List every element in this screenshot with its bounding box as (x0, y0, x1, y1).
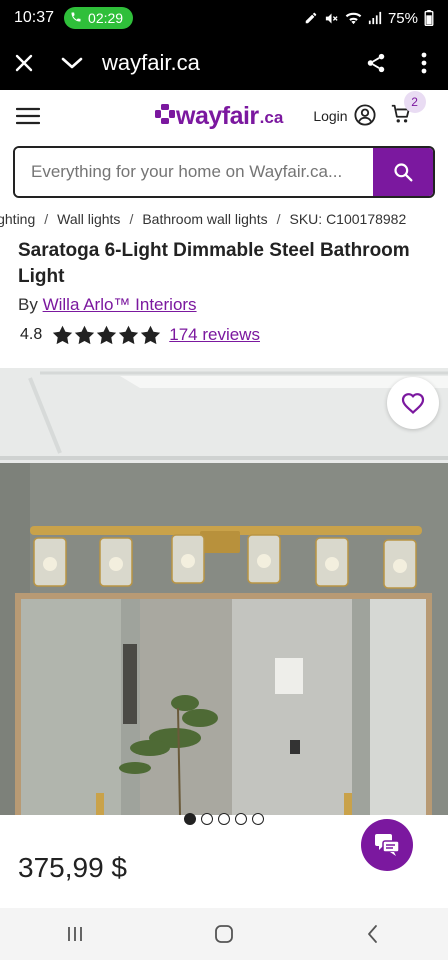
menu-icon[interactable] (0, 90, 56, 142)
home-icon[interactable] (184, 908, 264, 960)
cart-icon (390, 104, 412, 129)
search-input[interactable] (15, 148, 373, 196)
rating-value: 4.8 (20, 326, 43, 343)
call-indicator[interactable]: 02:29 (64, 7, 134, 29)
brand-link[interactable]: Willa Arlo™ Interiors (43, 295, 197, 314)
signal-icon (368, 11, 382, 25)
star-icon (119, 325, 139, 345)
product-title: Saratoga 6-Light Dimmable Steel Bathroom… (18, 240, 410, 287)
heart-icon (401, 393, 425, 414)
browser-toolbar: wayfair.ca (0, 36, 448, 90)
breadcrumb-separator: / (276, 211, 281, 227)
carousel-dot-1[interactable] (184, 813, 196, 825)
url-text[interactable]: wayfair.ca (102, 50, 200, 76)
more-vert-icon[interactable] (400, 36, 448, 90)
login-label: Login (313, 108, 348, 124)
carousel-dot-2[interactable] (201, 813, 213, 825)
cart-button[interactable]: 2 (390, 90, 426, 130)
star-icon (75, 325, 95, 345)
carousel-dot-4[interactable] (235, 813, 247, 825)
logo-mark-icon (154, 103, 176, 130)
battery-level: 75% (387, 9, 418, 27)
favorite-button[interactable] (387, 377, 439, 429)
back-icon[interactable] (333, 908, 413, 960)
mute-icon (324, 11, 339, 26)
star-icon (141, 325, 161, 345)
cart-count-badge: 2 (403, 90, 426, 113)
call-timer: 02:29 (88, 10, 124, 26)
wayfair-logo[interactable]: wayfair .ca (154, 102, 283, 131)
breadcrumb-item-lighting[interactable]: ighting (0, 211, 35, 227)
image-carousel-dots (184, 813, 264, 825)
status-bar: 10:37 02:29 75% (0, 0, 448, 36)
site-header: wayfair .ca Login 2 (0, 90, 448, 142)
brand-line: By Willa Arlo™ Interiors (18, 295, 197, 315)
battery-icon (424, 10, 434, 26)
close-icon[interactable] (0, 36, 48, 90)
login-button[interactable]: Login (313, 103, 376, 129)
breadcrumb: ighting / Wall lights / Bathroom wall li… (0, 208, 448, 232)
logo-suffix: .ca (259, 108, 284, 127)
phone-icon (70, 11, 82, 26)
pen-icon (304, 11, 318, 25)
status-time: 10:37 (14, 9, 55, 26)
chevron-down-icon[interactable] (48, 36, 96, 90)
chat-button[interactable] (361, 819, 413, 871)
carousel-dot-5[interactable] (252, 813, 264, 825)
breadcrumb-separator: / (44, 211, 49, 227)
account-icon (354, 103, 376, 129)
share-icon[interactable] (352, 36, 400, 90)
breadcrumb-separator: / (129, 211, 134, 227)
search-icon (394, 163, 413, 182)
star-icon (53, 325, 73, 345)
product-photo (0, 368, 448, 815)
search-button[interactable] (373, 148, 433, 196)
breadcrumb-sku: SKU: C100178982 (289, 211, 407, 227)
product-image[interactable] (0, 368, 448, 815)
logo-word: wayfair (176, 101, 259, 130)
star-rating (52, 325, 161, 345)
by-prefix: By (18, 295, 38, 314)
star-icon (97, 325, 117, 345)
system-nav-bar (0, 908, 448, 960)
search-bar (13, 146, 435, 198)
chat-icon (375, 834, 400, 856)
breadcrumb-item-bathroom-wall-lights[interactable]: Bathroom wall lights (142, 211, 267, 227)
carousel-dot-3[interactable] (218, 813, 230, 825)
reviews-link[interactable]: 174 reviews (169, 325, 260, 345)
product-price: 375,99 $ (18, 852, 127, 883)
recents-icon[interactable] (35, 908, 115, 960)
rating-row: 4.8 174 reviews (20, 325, 260, 345)
breadcrumb-item-wall-lights[interactable]: Wall lights (57, 211, 120, 227)
wifi-icon (345, 11, 362, 26)
